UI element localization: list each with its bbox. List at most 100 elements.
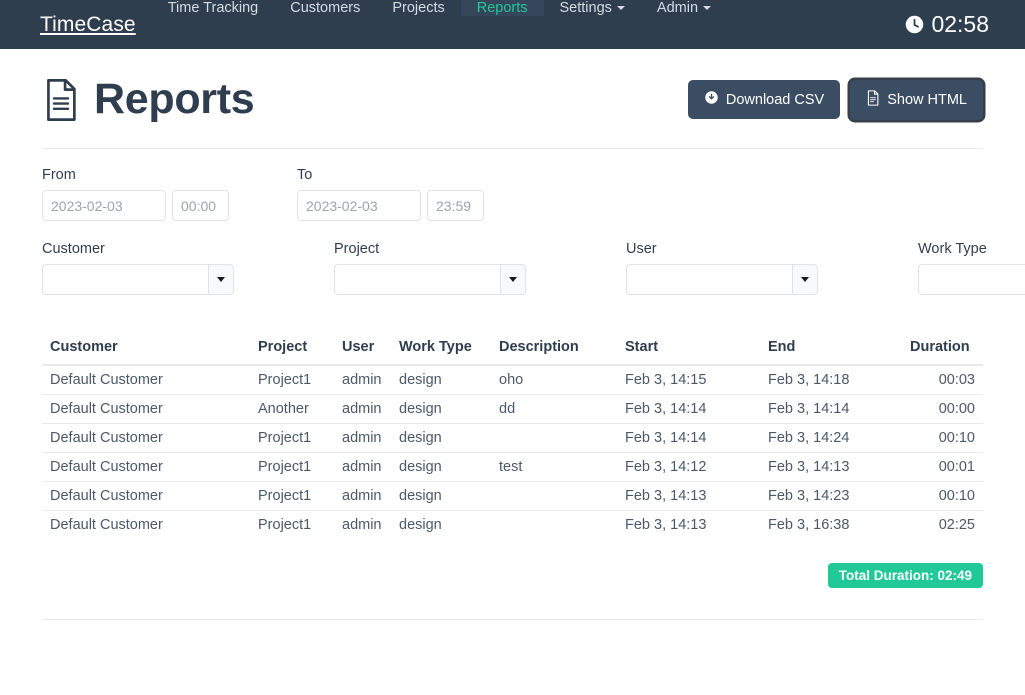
brand-logo[interactable]: TimeCase — [0, 0, 152, 49]
cell-duration: 00:10 — [902, 424, 983, 453]
worktype-filter-group: Work Type — [918, 241, 1025, 295]
show-html-button[interactable]: Show HTML — [850, 80, 983, 120]
from-time-input[interactable] — [172, 190, 229, 221]
column-header-project[interactable]: Project — [250, 339, 334, 365]
select-filter-row: Customer Project User — [42, 221, 983, 295]
cell-customer: Default Customer — [42, 365, 250, 395]
customer-dropdown-toggle[interactable] — [208, 264, 234, 295]
cell-start: Feb 3, 14:15 — [617, 365, 760, 395]
customer-input[interactable] — [42, 264, 208, 295]
cell-start: Feb 3, 14:13 — [617, 482, 760, 511]
nav-links: Time Tracking Customers Projects Reports… — [152, 0, 727, 49]
table-row: Default Customer Project1 admin design F… — [42, 482, 983, 511]
page-header: Reports Download CSV — [42, 49, 983, 124]
cell-user: admin — [334, 424, 391, 453]
customer-filter-group: Customer — [42, 241, 234, 295]
worktype-combobox — [918, 264, 1025, 295]
cell-duration: 02:25 — [902, 511, 983, 540]
cell-customer: Default Customer — [42, 395, 250, 424]
worktype-input[interactable] — [918, 264, 1025, 295]
column-header-duration[interactable]: Duration — [902, 339, 983, 365]
to-inputs — [297, 190, 484, 221]
nav-item: Customers — [274, 0, 376, 49]
project-filter-group: Project — [334, 241, 526, 295]
cell-customer: Default Customer — [42, 453, 250, 482]
cell-description — [491, 511, 617, 540]
to-time-input[interactable] — [427, 190, 484, 221]
nav-link-label: Admin — [657, 0, 698, 16]
download-csv-button[interactable]: Download CSV — [688, 80, 840, 119]
cell-work-type: design — [391, 453, 491, 482]
nav-link-label: Projects — [392, 0, 444, 16]
cell-description: test — [491, 453, 617, 482]
cell-project: Another — [250, 395, 334, 424]
cell-duration: 00:00 — [902, 395, 983, 424]
footer-divider — [42, 619, 983, 620]
chevron-down-icon — [217, 277, 225, 282]
cell-duration: 00:01 — [902, 453, 983, 482]
filters-section: From To Customer — [42, 149, 983, 295]
chevron-down-icon — [703, 6, 711, 10]
from-inputs — [42, 190, 229, 221]
cell-user: admin — [334, 395, 391, 424]
date-filter-row: From To — [42, 167, 983, 221]
cell-start: Feb 3, 14:14 — [617, 395, 760, 424]
nav-link-reports[interactable]: Reports — [461, 0, 544, 16]
project-dropdown-toggle[interactable] — [500, 264, 526, 295]
to-label: To — [297, 167, 484, 183]
nav-link-projects[interactable]: Projects — [376, 0, 460, 16]
user-filter-group: User — [626, 241, 818, 295]
customer-combobox — [42, 264, 234, 295]
nav-item: Projects — [376, 0, 460, 49]
from-filter-group: From — [42, 167, 229, 221]
cell-end: Feb 3, 14:23 — [760, 482, 902, 511]
top-navbar: TimeCase Time Tracking Customers Project… — [0, 0, 1025, 49]
cell-start: Feb 3, 14:12 — [617, 453, 760, 482]
navbar-clock: 02:58 — [904, 0, 1025, 49]
cell-end: Feb 3, 16:38 — [760, 511, 902, 540]
from-date-input[interactable] — [42, 190, 166, 221]
from-label: From — [42, 167, 229, 183]
column-header-customer[interactable]: Customer — [42, 339, 250, 365]
nav-link-customers[interactable]: Customers — [274, 0, 376, 16]
nav-item: Settings — [544, 0, 641, 49]
cell-end: Feb 3, 14:13 — [760, 453, 902, 482]
column-header-end[interactable]: End — [760, 339, 902, 365]
cell-user: admin — [334, 511, 391, 540]
page-title: Reports — [42, 75, 254, 124]
chevron-down-icon — [801, 277, 809, 282]
column-header-description[interactable]: Description — [491, 339, 617, 365]
cell-description: dd — [491, 395, 617, 424]
cell-work-type: design — [391, 365, 491, 395]
cell-end: Feb 3, 14:14 — [760, 395, 902, 424]
table-row: Default Customer Project1 admin design F… — [42, 424, 983, 453]
project-label: Project — [334, 241, 526, 257]
report-table: Customer Project User Work Type Descript… — [42, 339, 983, 539]
user-dropdown-toggle[interactable] — [792, 264, 818, 295]
table-header-row: Customer Project User Work Type Descript… — [42, 339, 983, 365]
column-header-user[interactable]: User — [334, 339, 391, 365]
column-header-work-type[interactable]: Work Type — [391, 339, 491, 365]
page-container: Reports Download CSV — [42, 49, 983, 620]
to-filter-group: To — [297, 167, 484, 221]
user-input[interactable] — [626, 264, 792, 295]
project-input[interactable] — [334, 264, 500, 295]
cell-customer: Default Customer — [42, 482, 250, 511]
nav-link-settings[interactable]: Settings — [544, 0, 641, 16]
nav-link-time-tracking[interactable]: Time Tracking — [152, 0, 275, 16]
column-header-start[interactable]: Start — [617, 339, 760, 365]
table-row: Default Customer Another admin design dd… — [42, 395, 983, 424]
nav-link-admin[interactable]: Admin — [641, 0, 727, 16]
total-duration-row: Total Duration: 02:49 — [42, 539, 983, 588]
worktype-label: Work Type — [918, 241, 1025, 257]
report-table-wrapper: Customer Project User Work Type Descript… — [42, 295, 983, 588]
to-date-input[interactable] — [297, 190, 421, 221]
nav-link-label: Settings — [560, 0, 612, 16]
cell-customer: Default Customer — [42, 424, 250, 453]
download-circle-icon — [704, 90, 719, 109]
report-table-head: Customer Project User Work Type Descript… — [42, 339, 983, 365]
cell-description — [491, 482, 617, 511]
table-row: Default Customer Project1 admin design F… — [42, 511, 983, 540]
cell-project: Project1 — [250, 482, 334, 511]
nav-link-label: Reports — [477, 0, 528, 16]
